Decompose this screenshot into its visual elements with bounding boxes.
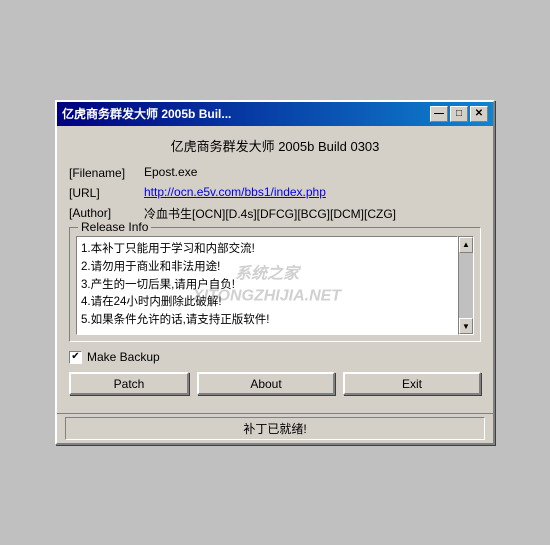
release-text-area: 1.本补丁只能用于学习和内部交流! 2.请勿用于商业和非法用途! 3.产生的一切… xyxy=(76,236,458,335)
release-line-1: 1.本补丁只能用于学习和内部交流! xyxy=(81,241,453,259)
minimize-button[interactable]: — xyxy=(430,106,448,122)
filename-row: [Filename] Epost.exe xyxy=(69,165,481,180)
url-value[interactable]: http://ocn.e5v.com/bbs1/index.php xyxy=(144,185,481,199)
down-arrow-icon: ▼ xyxy=(462,322,470,331)
content-area: 亿虎商务群发大师 2005b Build 0303 [Filename] Epo… xyxy=(57,126,493,413)
app-title: 亿虎商务群发大师 2005b Build 0303 xyxy=(69,136,481,155)
author-value: 冷血书生[OCN][D.4s][DFCG][BCG][DCM][CZG] xyxy=(144,205,481,222)
window-title: 亿虎商务群发大师 2005b Buil... xyxy=(62,105,426,122)
release-group: Release Info 1.本补丁只能用于学习和内部交流! 2.请勿用于商业和… xyxy=(69,227,481,342)
author-label: [Author] xyxy=(69,205,144,220)
scroll-track[interactable] xyxy=(459,253,473,318)
filename-value: Epost.exe xyxy=(144,165,481,179)
make-backup-row: ✔ Make Backup xyxy=(69,350,481,364)
exit-button[interactable]: Exit xyxy=(343,372,481,395)
status-text: 补丁已就绪! xyxy=(65,417,485,440)
close-button[interactable]: ✕ xyxy=(470,106,488,122)
filename-label: [Filename] xyxy=(69,165,144,180)
up-arrow-icon: ▲ xyxy=(462,240,470,249)
release-line-5: 5.如果条件允许的话,请支持正版软件! xyxy=(81,312,453,330)
make-backup-checkbox[interactable]: ✔ xyxy=(69,351,82,364)
title-bar-buttons: — □ ✕ xyxy=(430,106,488,122)
maximize-button[interactable]: □ xyxy=(450,106,468,122)
scrollbar: ▲ ▼ xyxy=(458,236,474,335)
buttons-row: Patch About Exit xyxy=(69,372,481,395)
release-line-2: 2.请勿用于商业和非法用途! xyxy=(81,259,453,277)
scroll-up-button[interactable]: ▲ xyxy=(459,237,473,253)
release-line-4: 4.请在24小时内删除此破解! xyxy=(81,294,453,312)
scroll-down-button[interactable]: ▼ xyxy=(459,318,473,334)
check-icon: ✔ xyxy=(71,352,79,362)
release-line-3: 3.产生的一切后果,请用户自负! xyxy=(81,277,453,295)
status-bar: 补丁已就绪! xyxy=(57,413,493,443)
release-legend: Release Info xyxy=(78,220,151,234)
title-bar: 亿虎商务群发大师 2005b Buil... — □ ✕ xyxy=(57,102,493,126)
make-backup-label: Make Backup xyxy=(87,350,160,364)
url-label: [URL] xyxy=(69,185,144,200)
url-row: [URL] http://ocn.e5v.com/bbs1/index.php xyxy=(69,185,481,200)
patch-button[interactable]: Patch xyxy=(69,372,189,395)
release-content: 1.本补丁只能用于学习和内部交流! 2.请勿用于商业和非法用途! 3.产生的一切… xyxy=(76,236,474,335)
release-text: 1.本补丁只能用于学习和内部交流! 2.请勿用于商业和非法用途! 3.产生的一切… xyxy=(81,241,453,330)
main-window: 亿虎商务群发大师 2005b Buil... — □ ✕ 亿虎商务群发大师 20… xyxy=(55,100,495,445)
about-button[interactable]: About xyxy=(197,372,335,395)
